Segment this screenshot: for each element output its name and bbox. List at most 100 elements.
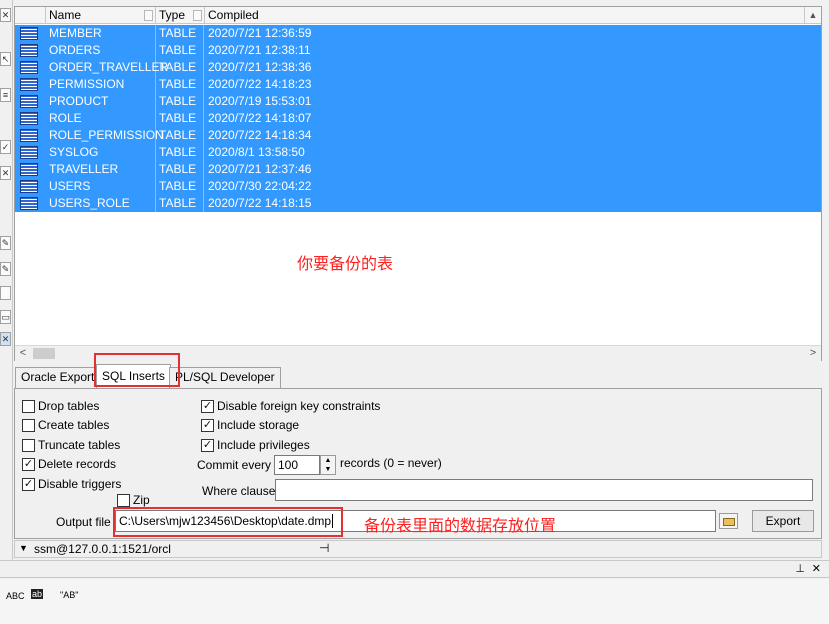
- sort-icon[interactable]: [144, 10, 153, 21]
- edit-icon-2[interactable]: ✎: [0, 262, 11, 276]
- browse-folder-button[interactable]: [719, 513, 738, 529]
- scrollbar-thumb[interactable]: [33, 348, 55, 359]
- cell-compiled: 2020/7/22 14:18:15: [208, 196, 312, 210]
- find-options-area: ABC ab "AB": [0, 579, 829, 624]
- table-icon: [20, 163, 38, 176]
- scroll-left-icon[interactable]: <: [15, 346, 31, 361]
- table-row[interactable]: USERS_ROLE TABLE 2020/7/22 14:18:15: [15, 195, 821, 212]
- pin-icon[interactable]: ⊣: [319, 541, 329, 555]
- close-icon[interactable]: ✕: [0, 8, 11, 22]
- cell-name: TRAVELLER: [46, 161, 156, 178]
- checkbox-label: Drop tables: [38, 399, 100, 413]
- tab-sql-inserts[interactable]: SQL Inserts: [96, 364, 171, 388]
- table-row[interactable]: PRODUCT TABLE 2020/7/19 15:53:01: [15, 93, 821, 110]
- cell-type: TABLE: [156, 25, 204, 42]
- table-icon: [20, 61, 38, 74]
- header-compiled[interactable]: Compiled: [205, 7, 805, 24]
- arrow-icon[interactable]: ↖: [0, 52, 11, 66]
- checkbox-box[interactable]: ✓: [22, 458, 35, 471]
- table-row[interactable]: ORDERS TABLE 2020/7/21 12:38:11: [15, 42, 821, 59]
- table-icon: [20, 27, 38, 40]
- close-icon-4[interactable]: ✕: [812, 562, 821, 575]
- grid-header: Name Type Compiled ▲: [15, 7, 821, 24]
- cell-name: PERMISSION: [46, 76, 156, 93]
- edit-icon[interactable]: ✎: [0, 236, 11, 250]
- records-note: records (0 = never): [340, 456, 442, 470]
- table-icon: [20, 44, 38, 57]
- annotation-output-note: 备份表里面的数据存放位置: [364, 516, 557, 535]
- header-type[interactable]: Type: [156, 7, 205, 24]
- objects-grid[interactable]: Name Type Compiled ▲ MEMBER TABLE 2020/7/2…: [14, 6, 822, 361]
- checkbox-label: Include storage: [217, 418, 300, 432]
- export-button[interactable]: Export: [752, 510, 814, 532]
- header-icon-col: [15, 7, 46, 24]
- header-name[interactable]: Name: [46, 7, 156, 24]
- scroll-up-icon[interactable]: ▲: [805, 7, 821, 24]
- stepper-up-icon[interactable]: ▲: [321, 456, 335, 465]
- table-icon: [20, 197, 38, 210]
- check-icon[interactable]: ✓: [0, 140, 11, 154]
- cell-name: ROLE_PERMISSION: [46, 127, 164, 144]
- checkbox-box[interactable]: [22, 439, 35, 452]
- close-icon-2[interactable]: ✕: [0, 166, 11, 180]
- where-clause-input[interactable]: [275, 479, 813, 501]
- commit-every-stepper[interactable]: ▲ ▼: [320, 455, 336, 475]
- zip-checkbox-box[interactable]: [117, 494, 130, 507]
- page-icon[interactable]: ▭: [0, 310, 11, 324]
- scroll-right-icon[interactable]: >: [805, 346, 821, 361]
- checkbox-label: Delete records: [38, 457, 117, 471]
- table-row[interactable]: TRAVELLER TABLE 2020/7/21 12:37:46: [15, 161, 821, 178]
- whole-word-icon[interactable]: ab: [31, 589, 44, 599]
- checkbox-label: Include privileges: [217, 438, 310, 452]
- cell-type: TABLE: [156, 59, 204, 76]
- cell-type: TABLE: [156, 161, 204, 178]
- table-icon: [20, 146, 38, 159]
- blank-icon[interactable]: [0, 286, 11, 300]
- table-row[interactable]: MEMBER TABLE 2020/7/21 12:36:59: [15, 25, 821, 42]
- checkbox-label: Disable triggers: [38, 477, 122, 491]
- stepper-down-icon[interactable]: ▼: [321, 465, 335, 474]
- cell-name: USERS_ROLE: [46, 195, 156, 212]
- checkbox-label: Disable foreign key constraints: [217, 399, 381, 413]
- table-row[interactable]: ORDER_TRAVELLER TABLE 2020/7/21 12:38:36: [15, 59, 821, 76]
- header-compiled-label: Compiled: [208, 8, 259, 22]
- pin-icon-2[interactable]: ⊥: [795, 562, 805, 575]
- checkbox-box[interactable]: ✓: [22, 478, 35, 491]
- cell-compiled: 2020/8/1 13:58:50: [208, 145, 305, 159]
- checkbox-box[interactable]: [22, 400, 35, 413]
- dropdown-icon[interactable]: ▼: [19, 543, 28, 553]
- cell-name: MEMBER: [46, 25, 156, 42]
- cell-name: PRODUCT: [46, 93, 156, 110]
- checkbox-box[interactable]: ✓: [201, 419, 214, 432]
- close-icon-3[interactable]: ✕: [0, 332, 11, 346]
- cell-compiled: 2020/7/30 22:04:22: [208, 179, 312, 193]
- tab-oracle-export[interactable]: Oracle Export: [15, 367, 101, 388]
- table-row[interactable]: PERMISSION TABLE 2020/7/22 14:18:23: [15, 76, 821, 93]
- cell-type: TABLE: [156, 76, 204, 93]
- cell-compiled: 2020/7/19 15:53:01: [208, 94, 312, 108]
- list-icon[interactable]: ≡: [0, 88, 11, 102]
- output-file-value: C:\Users\mjw123456\Desktop\date.dmp: [119, 514, 332, 528]
- commit-every-input[interactable]: 100: [274, 455, 320, 475]
- checkbox-box[interactable]: ✓: [201, 439, 214, 452]
- checkbox-box[interactable]: [22, 419, 35, 432]
- table-row[interactable]: ROLE_PERMISSION TABLE 2020/7/22 14:18:34: [15, 127, 821, 144]
- bottom-toolbar: ⊥ ✕: [0, 560, 829, 578]
- tab-plsql-developer[interactable]: PL/SQL Developer: [169, 367, 281, 388]
- checkbox-box[interactable]: ✓: [201, 400, 214, 413]
- connection-label[interactable]: ssm@127.0.0.1:1521/orcl: [34, 542, 171, 556]
- table-row[interactable]: USERS TABLE 2020/7/30 22:04:22: [15, 178, 821, 195]
- output-file-label: Output file: [56, 515, 111, 529]
- cell-type: TABLE: [156, 178, 204, 195]
- table-icon: [20, 95, 38, 108]
- match-case-icon[interactable]: ABC: [6, 591, 25, 601]
- table-icon: [20, 129, 38, 142]
- sort-icon[interactable]: [193, 10, 202, 21]
- quote-match-icon[interactable]: "AB": [60, 590, 78, 600]
- cell-compiled: 2020/7/21 12:38:11: [208, 43, 311, 57]
- table-row[interactable]: ROLE TABLE 2020/7/22 14:18:07: [15, 110, 821, 127]
- horizontal-scrollbar[interactable]: < >: [15, 345, 821, 361]
- zip-label: Zip: [133, 493, 150, 507]
- table-row[interactable]: SYSLOG TABLE 2020/8/1 13:58:50: [15, 144, 821, 161]
- checkbox-label: Truncate tables: [38, 438, 121, 452]
